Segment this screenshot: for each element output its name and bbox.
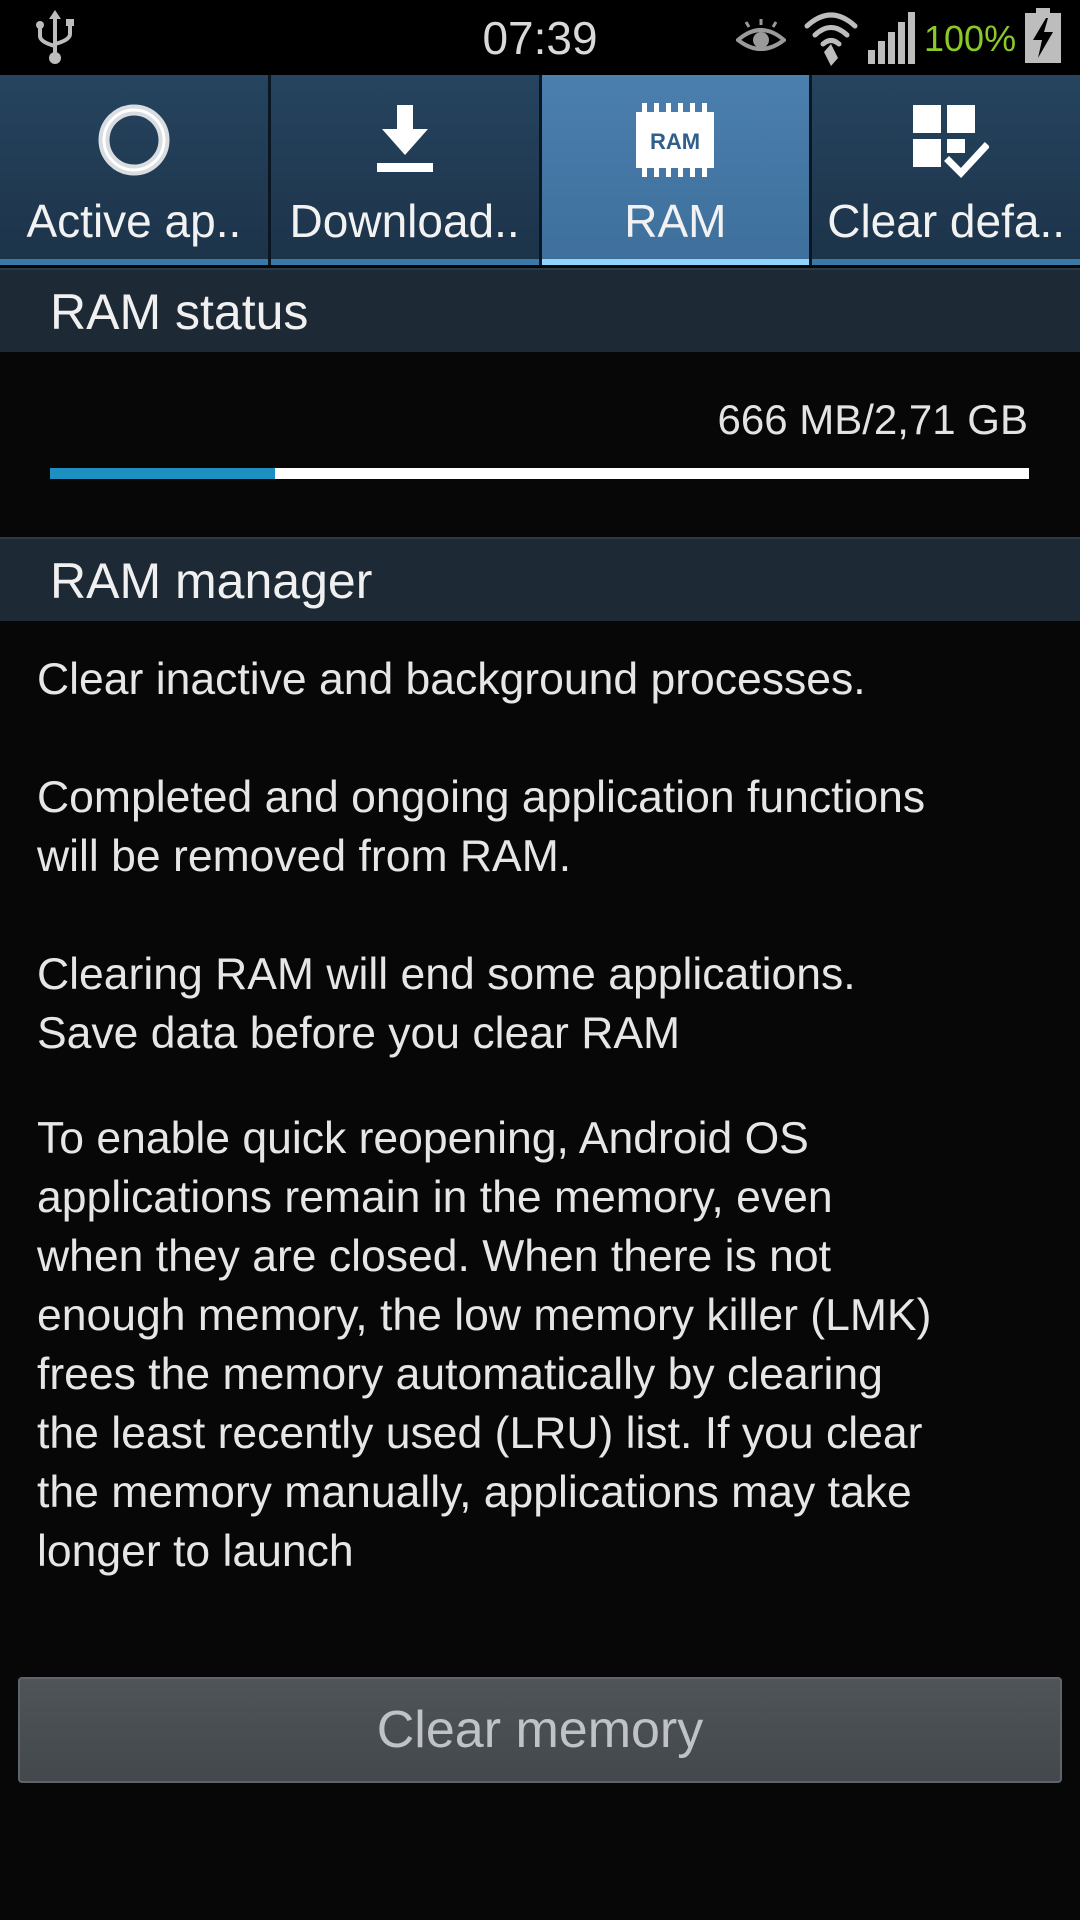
description-paragraph: Clear inactive and background processes.	[37, 655, 866, 704]
section-title: RAM manager	[50, 553, 373, 609]
smart-stay-eye-icon	[736, 19, 786, 51]
tab-clear-defaults[interactable]: Clear defa..	[812, 75, 1080, 265]
tab-indicator	[541, 259, 810, 265]
wifi-icon	[804, 12, 858, 66]
tab-label: Download..	[289, 195, 520, 247]
clock-time: 07:39	[482, 12, 598, 64]
description-paragraph: Clearing RAM will end some applications.…	[37, 950, 856, 1058]
ram-usage-bar-fill	[50, 468, 276, 479]
tab-ram[interactable]: RAM RAM	[541, 75, 813, 265]
ram-manager-header: RAM manager	[0, 537, 1080, 621]
battery-percentage: 100%	[924, 18, 1017, 59]
tab-downloaded[interactable]: Download..	[270, 75, 542, 265]
tab-active-applications[interactable]: Active ap..	[0, 75, 271, 265]
lmk-explanation-paragraph: To enable quick reopening, Android OS ap…	[37, 1114, 932, 1576]
tab-label: Clear defa..	[827, 195, 1066, 247]
tab-label: RAM	[624, 195, 727, 247]
tab-bar: Active ap.. Download.. RAM RAM Clear def…	[0, 75, 1080, 265]
tab-indicator	[0, 259, 268, 265]
tab-indicator	[812, 259, 1080, 265]
active-apps-ring-icon	[98, 104, 170, 176]
tab-indicator	[270, 259, 539, 265]
section-title: RAM status	[50, 284, 309, 340]
battery-charging-icon	[1025, 8, 1061, 63]
ram-chip-text: RAM	[650, 129, 700, 154]
status-bar: 07:39 100%	[0, 0, 1080, 75]
ram-status-header: RAM status	[0, 268, 1080, 352]
ram-manager-screen: 07:39 100% Active ap.. Download.. RAM RA…	[0, 0, 1080, 1920]
download-icon	[376, 105, 433, 172]
ram-usage-bar	[50, 468, 1029, 479]
ram-usage-text: 666 MB/2,71 GB	[717, 396, 1028, 443]
clear-memory-button[interactable]: Clear memory	[18, 1677, 1062, 1783]
tab-label: Active ap..	[26, 195, 242, 247]
signal-icon	[868, 12, 915, 64]
description-paragraph: Completed and ongoing application functi…	[37, 773, 926, 881]
clear-defaults-icon	[913, 105, 990, 179]
ram-chip-icon: RAM	[636, 103, 715, 177]
